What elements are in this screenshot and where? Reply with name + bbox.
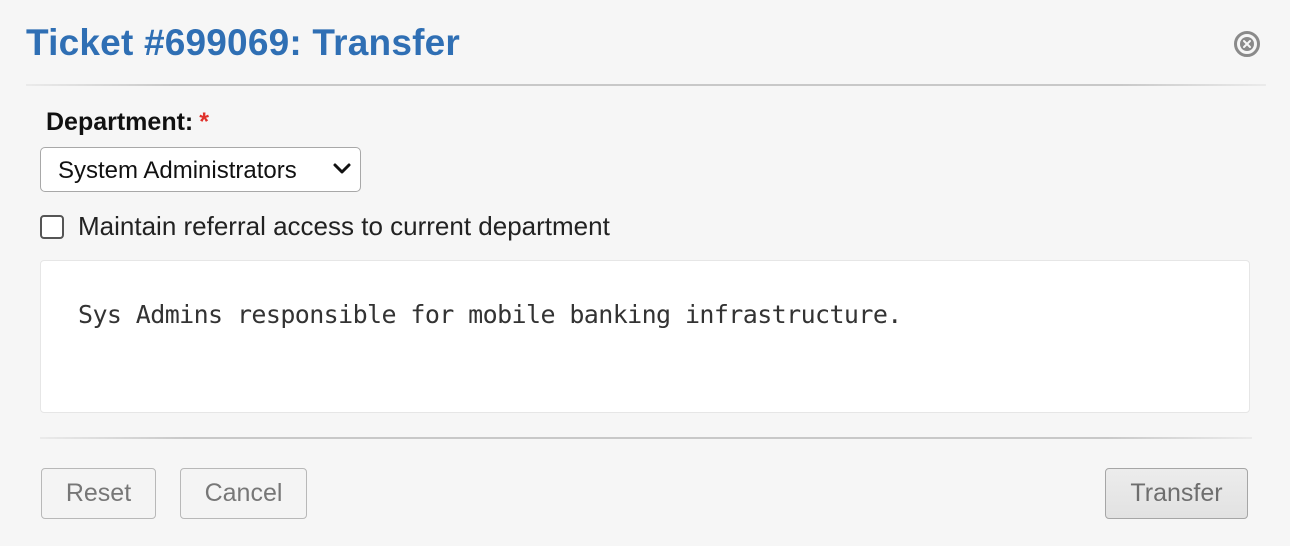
cancel-button[interactable]: Cancel <box>180 468 307 519</box>
department-label: Department: * <box>46 108 209 137</box>
department-select[interactable]: System Administrators <box>40 147 361 192</box>
dialog-title: Ticket #699069: Transfer <box>26 22 461 63</box>
transfer-dialog: Ticket #699069: Transfer Department: * Sy… <box>0 0 1290 546</box>
referral-access-checkbox[interactable] <box>40 215 64 239</box>
chevron-down-icon <box>333 163 351 174</box>
transfer-button[interactable]: Transfer <box>1105 468 1248 519</box>
close-circle-icon <box>1234 31 1260 57</box>
department-select-value: System Administrators <box>58 157 297 184</box>
referral-access-label[interactable]: Maintain referral access to current depa… <box>78 211 610 242</box>
close-button[interactable] <box>1233 30 1261 58</box>
reset-button[interactable]: Reset <box>41 468 156 519</box>
department-label-text: Department: <box>46 108 194 136</box>
department-description-box: Sys Admins responsible for mobile bankin… <box>40 260 1250 413</box>
header-divider <box>26 84 1266 86</box>
required-marker: * <box>199 108 209 136</box>
department-description: Sys Admins responsible for mobile bankin… <box>78 300 902 329</box>
footer-divider <box>40 437 1252 439</box>
